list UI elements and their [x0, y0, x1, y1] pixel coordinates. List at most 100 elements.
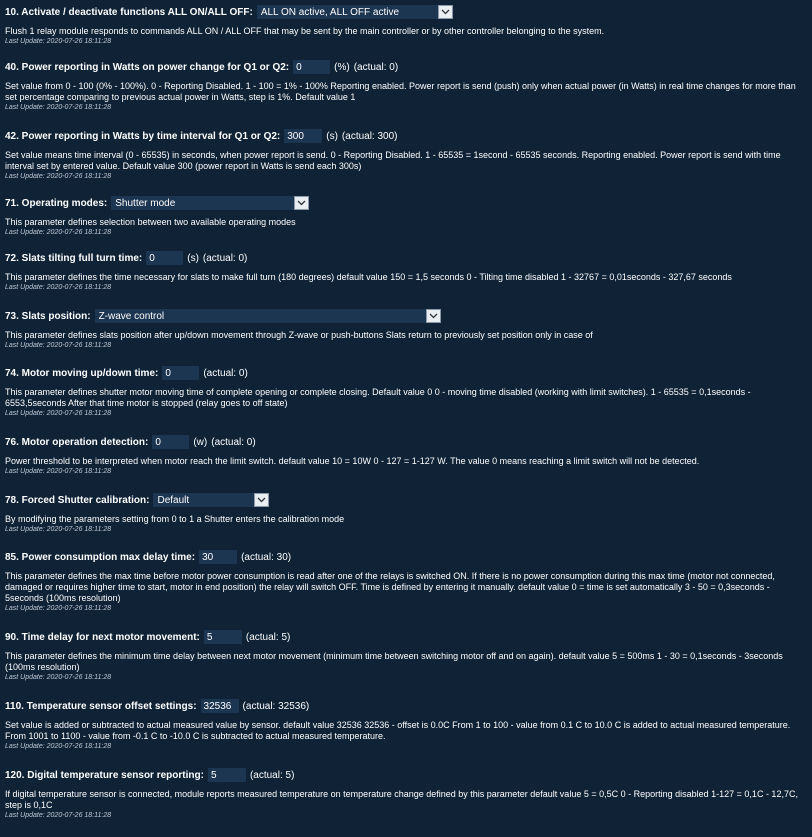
param-row: 74. Motor moving up/down time: (actual: … [5, 363, 798, 383]
operating-mode-select[interactable]: Shutter mode [111, 196, 310, 210]
param-actual: (actual: 5) [245, 631, 291, 643]
power-delay-input[interactable] [199, 550, 238, 564]
param-unit: (%) [334, 61, 350, 73]
param-label: 71. Operating modes: [5, 197, 108, 209]
param-72: 72. Slats tilting full turn time: (s) (a… [5, 248, 812, 306]
param-unit: (s) [326, 130, 338, 142]
param-description: This parameter defines slats position af… [5, 330, 593, 340]
param-label: 78. Forced Shutter calibration: [5, 494, 150, 506]
param-row: 42. Power reporting in Watts by time int… [5, 126, 798, 146]
param-74: 74. Motor moving up/down time: (actual: … [5, 363, 812, 432]
param-unit: (s) [187, 252, 199, 264]
param-description: Set value is added or subtracted to actu… [5, 720, 791, 741]
param-row: 90. Time delay for next motor movement: … [5, 627, 798, 647]
param-row: 85. Power consumption max delay time: (a… [5, 547, 798, 567]
param-label: 73. Slats position: [5, 310, 91, 322]
param-76: 76. Motor operation detection: (w) (actu… [5, 432, 812, 490]
chevron-down-icon[interactable] [425, 309, 441, 323]
param-actual: (actual: 30) [241, 551, 292, 563]
param-actual: (actual: 0) [353, 61, 399, 73]
param-description: This parameter defines selection between… [5, 217, 296, 227]
param-description: This parameter defines the max time befo… [5, 571, 775, 603]
parameter-list: 10. Activate / deactivate functions ALL … [0, 0, 812, 825]
param-label: 110. Temperature sensor offset settings: [5, 700, 197, 712]
temperature-reporting-input[interactable] [207, 768, 246, 782]
shutter-calibration-select[interactable]: Default [153, 493, 270, 507]
last-update: Last Update: 2020-07-26 18:11:28 [5, 284, 112, 291]
slats-turn-time-input[interactable] [146, 251, 184, 265]
power-interval-input[interactable] [284, 129, 323, 143]
last-update: Last Update: 2020-07-26 18:11:28 [5, 173, 112, 180]
select-value: Z-wave control [98, 310, 165, 322]
param-description: Power threshold to be interpreted when m… [5, 456, 700, 466]
param-description: Set value means time interval (0 - 65535… [5, 150, 781, 171]
motor-delay-input[interactable] [203, 630, 242, 644]
param-description: This parameter defines shutter motor mov… [5, 387, 751, 408]
param-actual: (actual: 0) [202, 252, 248, 264]
param-actual: (actual: 0) [211, 436, 256, 448]
select-value: Shutter mode [115, 197, 176, 209]
param-description: This parameter defines the minimum time … [5, 651, 783, 672]
param-row: 120. Digital temperature sensor reportin… [5, 765, 798, 785]
select-value: Default [157, 494, 190, 506]
param-description: Flush 1 relay module responds to command… [5, 26, 605, 36]
param-120: 120. Digital temperature sensor reportin… [5, 765, 812, 825]
param-85: 85. Power consumption max delay time: (a… [5, 547, 812, 627]
param-row: 110. Temperature sensor offset settings:… [5, 696, 798, 716]
param-actual: (actual: 0) [203, 367, 248, 379]
param-unit: (w) [193, 436, 208, 448]
last-update: Last Update: 2020-07-26 18:11:28 [5, 468, 112, 475]
last-update: Last Update: 2020-07-26 18:11:28 [5, 526, 112, 533]
param-row: 40. Power reporting in Watts on power ch… [5, 57, 798, 77]
chevron-down-icon[interactable] [437, 5, 453, 19]
param-actual: (actual: 300) [341, 130, 398, 142]
motor-detection-input[interactable] [152, 435, 190, 449]
param-42: 42. Power reporting in Watts by time int… [5, 126, 812, 193]
param-actual: (actual: 32536) [242, 700, 310, 712]
param-row: 10. Activate / deactivate functions ALL … [5, 2, 798, 22]
param-73: 73. Slats position: Z-wave control This … [5, 306, 812, 363]
param-label: 76. Motor operation detection: [5, 436, 149, 448]
param-label: 120. Digital temperature sensor reportin… [5, 769, 204, 781]
temperature-offset-input[interactable] [200, 699, 239, 713]
param-row: 73. Slats position: Z-wave control [5, 306, 798, 326]
last-update: Last Update: 2020-07-26 18:11:28 [5, 229, 112, 236]
param-label: 90. Time delay for next motor movement: [5, 631, 200, 643]
param-label: 85. Power consumption max delay time: [5, 551, 196, 563]
last-update: Last Update: 2020-07-26 18:11:28 [5, 410, 112, 417]
param-row: 76. Motor operation detection: (w) (actu… [5, 432, 798, 452]
param-row: 71. Operating modes: Shutter mode [5, 193, 798, 213]
param-label: 42. Power reporting in Watts by time int… [5, 130, 281, 142]
select-value: ALL ON active, ALL OFF active [260, 6, 400, 18]
param-description: This parameter defines the time necessar… [5, 272, 732, 282]
last-update: Last Update: 2020-07-26 18:11:28 [5, 342, 112, 349]
last-update: Last Update: 2020-07-26 18:11:28 [5, 674, 112, 681]
param-label: 40. Power reporting in Watts on power ch… [5, 61, 290, 73]
last-update: Last Update: 2020-07-26 18:11:28 [5, 605, 112, 612]
param-78: 78. Forced Shutter calibration: Default … [5, 490, 812, 547]
param-label: 10. Activate / deactivate functions ALL … [5, 6, 253, 18]
param-90: 90. Time delay for next motor movement: … [5, 627, 812, 696]
all-on-off-select[interactable]: ALL ON active, ALL OFF active [256, 5, 453, 19]
param-label: 74. Motor moving up/down time: [5, 367, 159, 379]
param-71: 71. Operating modes: Shutter mode This p… [5, 193, 812, 248]
param-description: By modifying the parameters setting from… [5, 514, 345, 524]
param-description: Set value from 0 - 100 (0% - 100%). 0 - … [5, 81, 796, 102]
param-row: 78. Forced Shutter calibration: Default [5, 490, 798, 510]
chevron-down-icon[interactable] [294, 196, 310, 210]
param-40: 40. Power reporting in Watts on power ch… [5, 57, 812, 126]
last-update: Last Update: 2020-07-26 18:11:28 [5, 104, 112, 111]
motor-moving-time-input[interactable] [162, 366, 200, 380]
param-description: If digital temperature sensor is connect… [5, 789, 798, 810]
chevron-down-icon[interactable] [254, 493, 270, 507]
param-10: 10. Activate / deactivate functions ALL … [5, 2, 812, 57]
param-row: 72. Slats tilting full turn time: (s) (a… [5, 248, 798, 268]
power-change-input[interactable] [293, 60, 331, 74]
last-update: Last Update: 2020-07-26 18:11:28 [5, 812, 112, 819]
param-actual: (actual: 5) [249, 769, 295, 781]
slats-position-select[interactable]: Z-wave control [94, 309, 441, 323]
param-label: 72. Slats tilting full turn time: [5, 252, 143, 264]
param-110: 110. Temperature sensor offset settings:… [5, 696, 812, 765]
last-update: Last Update: 2020-07-26 18:11:28 [5, 38, 112, 45]
last-update: Last Update: 2020-07-26 18:11:28 [5, 743, 112, 750]
